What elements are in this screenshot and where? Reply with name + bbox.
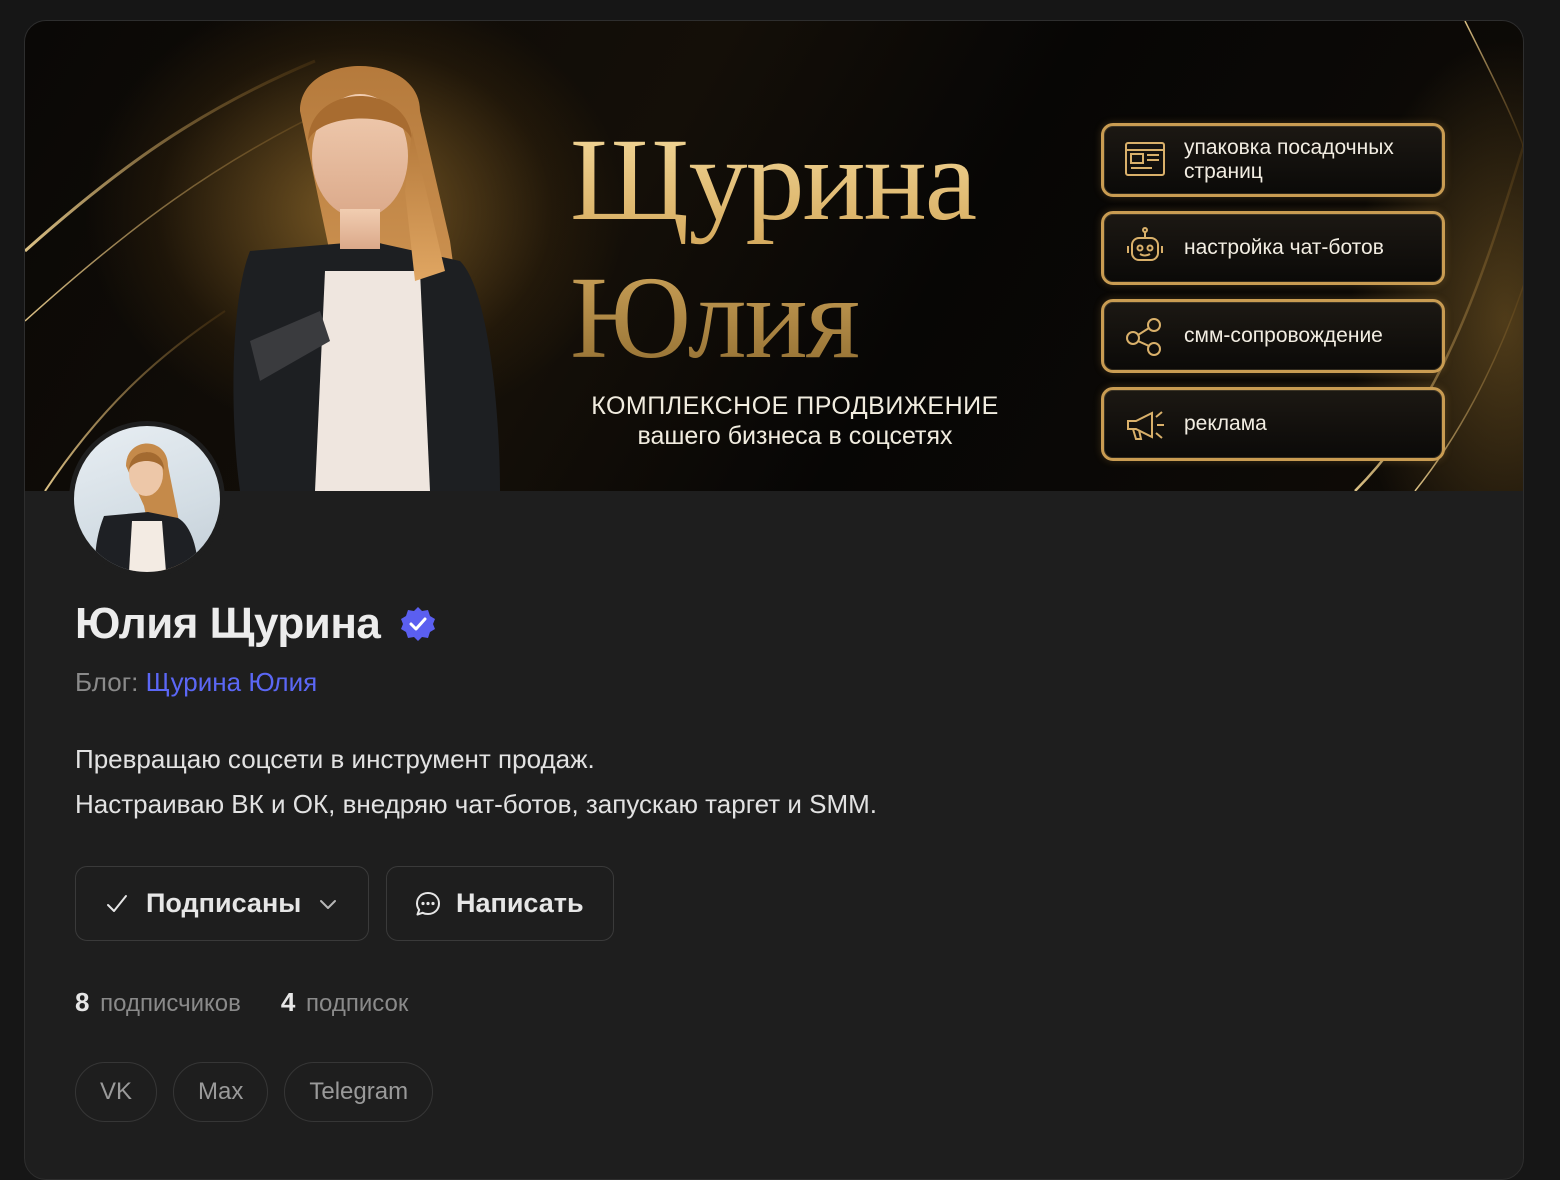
service-label: реклама — [1184, 412, 1267, 435]
avatar-photo — [95, 443, 198, 572]
profile-bio: Превращаю соцсети в инструмент продаж. Н… — [75, 737, 877, 827]
cover-subtitle-line2: вашего бизнеса в соцсетях — [637, 422, 953, 450]
cover-subtitle-line1: КОМПЛЕКСНОЕ ПРОДВИЖЕНИЕ — [591, 392, 999, 420]
service-smm: смм-сопровождение — [1101, 299, 1445, 373]
bio-line-1: Превращаю соцсети в инструмент продаж. — [75, 744, 595, 774]
chevron-down-icon — [320, 899, 337, 909]
cover-title-line2: Юлия — [570, 252, 859, 383]
bio-line-2: Настраиваю ВК и ОК, внедряю чат-ботов, з… — [75, 789, 877, 819]
chat-bubble-icon — [416, 891, 440, 915]
social-link-vk[interactable]: VK — [75, 1062, 158, 1122]
blog-prefix: Блог: — [75, 667, 139, 697]
blog-line: Блог: Щурина Юлия — [75, 667, 317, 698]
social-link-telegram[interactable]: Telegram — [284, 1062, 434, 1122]
following-stat[interactable]: 4 подписок — [281, 987, 408, 1018]
verified-badge-icon — [401, 607, 436, 641]
people-network-icon — [1126, 318, 1161, 356]
service-landing-pages: упаковка посадочных страниц — [1101, 123, 1445, 197]
message-label: Написать — [456, 888, 584, 918]
service-chatbots: настройка чат-ботов — [1101, 211, 1445, 285]
landing-page-icon — [1125, 142, 1165, 176]
service-label: смм-сопровождение — [1184, 324, 1383, 347]
service-advertising: реклама — [1101, 387, 1445, 461]
profile-stats: 8 подписчиков 4 подписок — [75, 987, 448, 1018]
service-label: настройка чат-ботов — [1184, 236, 1384, 259]
followers-count: 8 — [75, 987, 90, 1017]
cover-subtitle: КОМПЛЕКСНОЕ ПРОДВИЖЕНИЕ вашего бизнеса в… — [560, 391, 1030, 451]
profile-name-row: Юлия Щурина — [75, 599, 436, 649]
cover-title: Щурина Юлия — [570, 111, 1050, 387]
service-label: упаковка посадочных страниц — [1184, 136, 1394, 183]
cover-title-line1: Щурина — [570, 114, 976, 245]
portrait-illustration — [233, 66, 500, 491]
subscribed-label: Подписаны — [146, 888, 302, 918]
services-list: упаковка посадочных страниц настройка ча… — [1101, 123, 1445, 475]
message-button[interactable]: Написать — [386, 866, 614, 941]
subscribed-button[interactable]: Подписаны — [75, 866, 369, 941]
blog-link[interactable]: Щурина Юлия — [146, 667, 318, 697]
profile-name: Юлия Щурина — [75, 599, 381, 648]
profile-card: Щурина Юлия КОМПЛЕКСНОЕ ПРОДВИЖЕНИЕ ваше… — [24, 20, 1524, 1180]
followers-label: подписчиков — [100, 990, 241, 1017]
check-icon — [107, 894, 127, 912]
following-label: подписок — [306, 990, 409, 1017]
social-links: VK Max Telegram — [75, 1062, 449, 1122]
avatar[interactable] — [69, 421, 225, 577]
robot-icon — [1127, 227, 1163, 261]
megaphone-icon — [1127, 411, 1164, 440]
cover-banner: Щурина Юлия КОМПЛЕКСНОЕ ПРОДВИЖЕНИЕ ваше… — [25, 21, 1523, 491]
social-link-max[interactable]: Max — [173, 1062, 269, 1122]
followers-stat[interactable]: 8 подписчиков — [75, 987, 241, 1018]
following-count: 4 — [280, 987, 296, 1017]
